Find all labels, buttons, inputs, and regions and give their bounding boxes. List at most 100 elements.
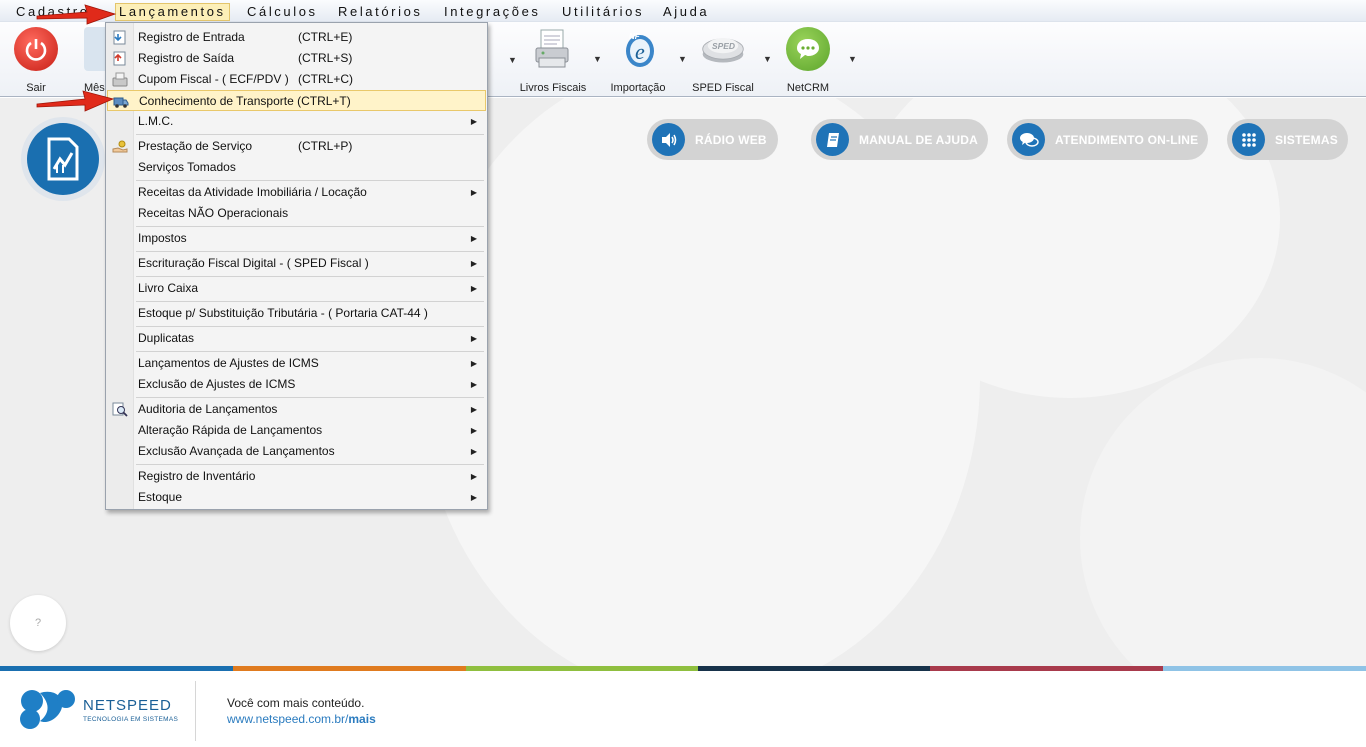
menu-item-exclusao-ajustes-icms[interactable]: Exclusão de Ajustes de ICMS ▶ xyxy=(107,374,486,395)
menu-item-cupom-fiscal[interactable]: Cupom Fiscal - ( ECF/PDV ) (CTRL+C) xyxy=(107,69,486,90)
sped-icon: SPED xyxy=(701,27,745,71)
netcrm-label: NetCRM xyxy=(786,82,830,94)
importacao-label: Importação xyxy=(610,82,666,94)
menu-item-prestacao-servico[interactable]: Prestação de Serviço (CTRL+P) xyxy=(107,136,486,157)
svg-text:NF: NF xyxy=(629,32,641,41)
document-out-icon xyxy=(113,51,126,66)
calendar-icon xyxy=(84,27,106,71)
menu-item-servicos-tomados[interactable]: Serviços Tomados xyxy=(107,157,486,178)
menu-separator xyxy=(136,326,484,327)
submenu-arrow-icon: ▶ xyxy=(470,117,477,126)
manual-de-ajuda-label: MANUAL DE AJUDA xyxy=(859,132,979,147)
netcrm-button[interactable]: NetCRM xyxy=(773,25,843,95)
menu-relatorios[interactable]: Relatórios xyxy=(335,4,426,20)
cash-register-icon xyxy=(112,72,128,87)
menu-separator xyxy=(136,251,484,252)
chevron-down-icon[interactable]: ▼ xyxy=(763,54,772,64)
radio-web-button[interactable]: RÁDIO WEB xyxy=(647,119,778,160)
menu-item-ajustes-icms[interactable]: Lançamentos de Ajustes de ICMS ▶ xyxy=(107,353,486,374)
submenu-arrow-icon: ▶ xyxy=(470,359,477,368)
sistemas-button[interactable]: SISTEMAS xyxy=(1227,119,1348,160)
menu-separator xyxy=(136,464,484,465)
submenu-arrow-icon: ▶ xyxy=(470,447,477,456)
footer-link-bold: mais xyxy=(348,712,376,726)
submenu-arrow-icon: ▶ xyxy=(470,188,477,197)
mes-button[interactable]: Mês xyxy=(62,25,106,95)
chevron-down-icon[interactable]: ▼ xyxy=(678,54,687,64)
submenu-arrow-icon: ▶ xyxy=(470,380,477,389)
footer: NETSPEED TECNOLOGIA EM SISTEMAS Você com… xyxy=(0,671,1366,747)
menu-item-registro-inventario[interactable]: Registro de Inventário ▶ xyxy=(107,466,486,487)
menu-item-duplicatas[interactable]: Duplicatas ▶ xyxy=(107,328,486,349)
hand-coin-icon xyxy=(112,140,128,153)
annotation-arrow-icon xyxy=(36,4,117,25)
chat-bubble-icon xyxy=(786,27,830,71)
menu-separator xyxy=(136,276,484,277)
background-shape xyxy=(1080,358,1366,666)
menu-item-estoque[interactable]: Estoque ▶ xyxy=(107,487,486,508)
chevron-down-icon[interactable]: ▼ xyxy=(508,55,517,65)
menu-lancamentos[interactable]: Lançamentos xyxy=(115,3,230,21)
livros-fiscais-button[interactable]: Livros Fiscais xyxy=(518,25,588,95)
document-chart-icon xyxy=(27,123,99,195)
truck-icon xyxy=(113,97,129,108)
nfe-icon: e NF xyxy=(616,27,660,71)
sair-button[interactable]: Sair xyxy=(1,25,71,95)
chevron-down-icon[interactable]: ▼ xyxy=(848,54,857,64)
menu-item-estoque-cat44[interactable]: Estoque p/ Substituição Tributária - ( P… xyxy=(107,303,486,324)
menu-calculos[interactable]: Cálculos xyxy=(244,4,321,20)
footer-link-prefix: www.netspeed.com.br/ xyxy=(227,712,349,726)
importacao-button[interactable]: e NF Importação xyxy=(603,25,673,95)
menu-item-alteracao-rapida[interactable]: Alteração Rápida de Lançamentos ▶ xyxy=(107,420,486,441)
submenu-arrow-icon: ▶ xyxy=(470,405,477,414)
menu-separator xyxy=(136,180,484,181)
power-icon xyxy=(14,27,58,71)
submenu-arrow-icon: ▶ xyxy=(470,259,477,268)
menu-separator xyxy=(136,226,484,227)
chevron-down-icon[interactable]: ▼ xyxy=(593,54,602,64)
submenu-arrow-icon: ▶ xyxy=(470,472,477,481)
netspeed-logo-icon xyxy=(20,690,75,729)
submenu-arrow-icon: ▶ xyxy=(470,334,477,343)
footer-link[interactable]: www.netspeed.com.br/mais xyxy=(227,712,376,726)
printer-icon xyxy=(531,27,575,71)
menu-utilitarios[interactable]: Utilitários xyxy=(559,4,647,20)
speaker-icon xyxy=(652,123,685,156)
brand-tagline: TECNOLOGIA EM SISTEMAS xyxy=(83,716,179,723)
menu-integracoes[interactable]: Integrações xyxy=(441,4,544,20)
annotation-arrow-icon xyxy=(36,90,115,112)
menu-item-registro-entrada[interactable]: Registro de Entrada (CTRL+E) xyxy=(107,27,486,48)
menu-item-receitas-imobiliaria[interactable]: Receitas da Atividade Imobiliária / Loca… xyxy=(107,182,486,203)
radio-web-label: RÁDIO WEB xyxy=(695,132,767,147)
footer-text: Você com mais conteúdo. xyxy=(227,696,365,710)
document-in-icon xyxy=(113,30,126,45)
document-chart-logo[interactable] xyxy=(21,117,105,201)
menu-separator xyxy=(136,351,484,352)
sistemas-label: SISTEMAS xyxy=(1275,132,1338,147)
menu-item-registro-saida[interactable]: Registro de Saída (CTRL+S) xyxy=(107,48,486,69)
menu-separator xyxy=(136,134,484,135)
menu-ajuda[interactable]: Ajuda xyxy=(660,4,712,20)
submenu-arrow-icon: ▶ xyxy=(470,234,477,243)
manual-de-ajuda-button[interactable]: MANUAL DE AJUDA xyxy=(811,119,988,160)
sped-fiscal-button[interactable]: SPED SPED Fiscal xyxy=(688,25,758,95)
magnifier-document-icon xyxy=(112,402,128,417)
menu-bar: Cadastros Lançamentos Cálculos Relatório… xyxy=(0,0,1366,22)
menu-item-sped-fiscal[interactable]: Escrituração Fiscal Digital - ( SPED Fis… xyxy=(107,253,486,274)
menu-item-auditoria[interactable]: Auditoria de Lançamentos ▶ xyxy=(107,399,486,420)
menu-item-impostos[interactable]: Impostos ▶ xyxy=(107,228,486,249)
help-button[interactable]: ? xyxy=(10,595,66,651)
book-icon xyxy=(816,123,849,156)
atendimento-online-button[interactable]: ATENDIMENTO ON-LINE xyxy=(1007,119,1208,160)
menu-item-exclusao-avancada[interactable]: Exclusão Avançada de Lançamentos ▶ xyxy=(107,441,486,462)
menu-item-lmc[interactable]: L.M.C. ▶ xyxy=(107,111,486,132)
grid-dots-icon xyxy=(1232,123,1265,156)
submenu-arrow-icon: ▶ xyxy=(470,493,477,502)
atendimento-online-label: ATENDIMENTO ON-LINE xyxy=(1055,132,1199,147)
footer-divider xyxy=(195,681,196,741)
sped-fiscal-label: SPED Fiscal xyxy=(692,82,754,94)
submenu-arrow-icon: ▶ xyxy=(470,284,477,293)
menu-item-receitas-nao-operacionais[interactable]: Receitas NÃO Operacionais xyxy=(107,203,486,224)
menu-item-conhecimento-transporte[interactable]: Conhecimento de Transporte (CTRL+T) xyxy=(107,90,486,111)
menu-item-livro-caixa[interactable]: Livro Caixa ▶ xyxy=(107,278,486,299)
